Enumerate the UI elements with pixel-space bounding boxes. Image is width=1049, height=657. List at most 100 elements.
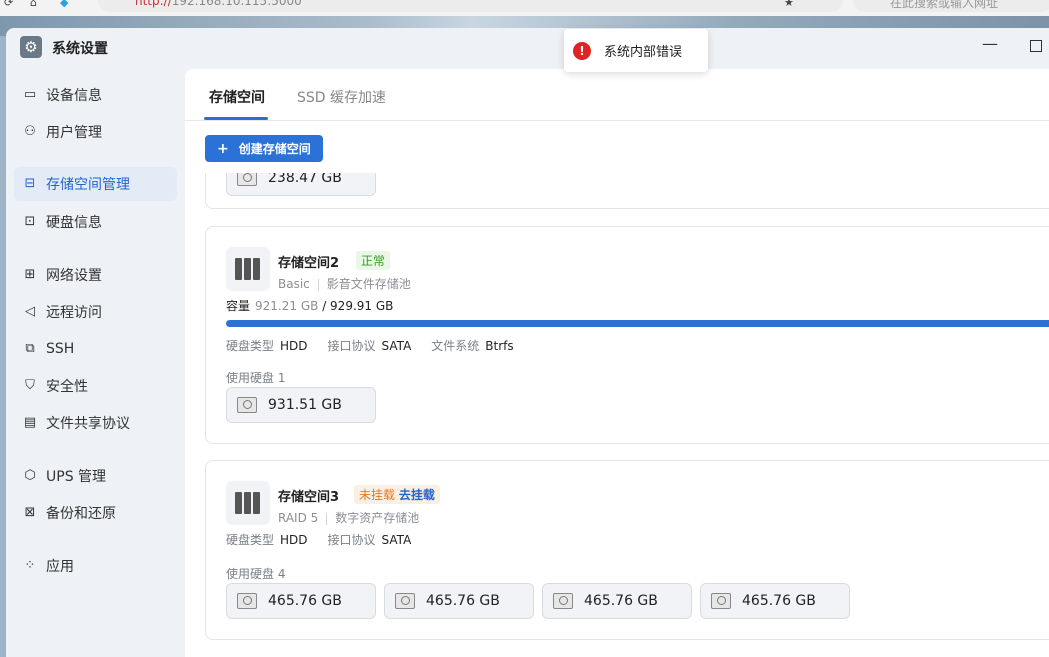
pool-description: 数字资产存储池 [335, 511, 420, 525]
tab-bar: 存储空间 SSD 缓存加速 [185, 69, 1049, 121]
ssh-icon: ⧉ [25, 341, 35, 356]
disk-chip[interactable]: 465.76 GB [384, 583, 534, 619]
sidebar-item-storage-management[interactable]: ⊟ 存储空间管理 [14, 167, 177, 201]
disk-chip[interactable]: 465.76 GB [700, 583, 850, 619]
disks-used-label: 使用硬盘 4 [226, 567, 286, 581]
hard-disk-icon [553, 593, 573, 609]
status-text: 未挂载 [359, 488, 396, 502]
capacity-label: 容量 [226, 299, 251, 313]
sidebar-item-user-management[interactable]: ⚇ 用户管理 [14, 115, 177, 149]
pool-name: 存储空间3 [278, 490, 340, 505]
sidebar-item-remote-access[interactable]: ◁ 远程访问 [14, 295, 177, 329]
plus-icon: + [217, 140, 229, 157]
pool-meta: RAID 5 数字资产存储池 [278, 509, 419, 526]
settings-window: ⚙ 系统设置 — ▭ 设备信息 ⚇ 用户管理 ⊟ 存储空间管理 ⊡ 硬盘信息 ⊞… [6, 28, 1049, 657]
disk-type-value: HDD [280, 339, 308, 353]
settings-gear-icon: ⚙ [20, 36, 42, 58]
sidebar-item-label: 应用 [46, 559, 74, 575]
status-badge: 未挂载 去挂载 [354, 485, 440, 504]
sidebar-item-backup[interactable]: ⊠ 备份和还原 [14, 496, 177, 530]
server-rack-icon [226, 481, 270, 525]
shield-icon: ⛉ [25, 378, 35, 393]
active-tab-indicator [204, 117, 268, 120]
sidebar-item-disk-info[interactable]: ⊡ 硬盘信息 [14, 205, 177, 239]
extension-icon[interactable]: ◆ [60, 0, 68, 9]
sidebar-item-label: 网络设置 [46, 268, 102, 284]
title-bar: ⚙ 系统设置 — [6, 28, 1049, 68]
pool-description: 影音文件存储池 [326, 277, 411, 291]
raid-type: Basic [278, 277, 310, 291]
disk-chip[interactable]: 238.47 GB [226, 173, 376, 196]
capacity-used: 921.21 GB [255, 299, 319, 313]
apps-icon: ⁘ [24, 558, 36, 573]
interface-value: SATA [381, 339, 412, 353]
browser-search-placeholder: 在此搜索或输入网址 [890, 0, 999, 10]
disk-chip[interactable]: 465.76 GB [542, 583, 692, 619]
disk-icon: ⊡ [24, 214, 36, 229]
disk-capacity: 465.76 GB [742, 593, 816, 609]
disk-capacity: 465.76 GB [426, 593, 500, 609]
filesystem-label: 文件系统 [431, 339, 480, 353]
sidebar-item-device-info[interactable]: ▭ 设备信息 [14, 78, 177, 112]
window-title: 系统设置 [52, 41, 108, 57]
remote-icon: ◁ [25, 304, 35, 319]
storage-pool-list[interactable]: 238.47 GB 存储空间2 正常 Basic影音文件存储池 ··· 容量92… [205, 173, 1049, 657]
home-icon[interactable]: ⌂ [30, 0, 37, 9]
filesystem-value: Btrfs [485, 339, 514, 353]
disk-chip[interactable]: 465.76 GB [226, 583, 376, 619]
hard-disk-icon [237, 173, 257, 186]
sidebar-item-label: UPS 管理 [46, 469, 107, 485]
mount-link[interactable]: 去挂载 [399, 488, 435, 502]
sidebar-item-file-sharing[interactable]: ▤ 文件共享协议 [14, 406, 177, 440]
pool-name: 存储空间2 [278, 256, 340, 271]
error-toast: ! 系统内部错误 [564, 29, 708, 72]
server-rack-icon [226, 247, 270, 291]
interface-value: SATA [381, 533, 412, 547]
tab-ssd-cache[interactable]: SSD 缓存加速 [297, 87, 386, 107]
sidebar-item-security[interactable]: ⛉ 安全性 [14, 369, 177, 403]
toast-message: 系统内部错误 [604, 45, 683, 60]
url-text[interactable]: http://192.168.10.115:5000 [135, 0, 302, 8]
disk-chip[interactable]: 931.51 GB [226, 387, 376, 423]
disk-capacity: 238.47 GB [268, 173, 342, 186]
raid-type: RAID 5 [278, 511, 319, 525]
sidebar-item-network[interactable]: ⊞ 网络设置 [14, 258, 177, 292]
disk-capacity: 931.51 GB [268, 397, 342, 413]
sidebar-item-label: 安全性 [46, 379, 88, 395]
reload-icon[interactable]: ⟳ [4, 0, 13, 9]
ups-icon: ⬡ [24, 468, 36, 483]
sidebar-item-ups[interactable]: ⬡ UPS 管理 [14, 459, 177, 493]
bookmark-star-icon[interactable]: ★ [784, 0, 794, 9]
disk-props-line: 硬盘类型 HDD 接口协议 SATA [226, 531, 431, 548]
disk-type-value: HDD [280, 533, 308, 547]
hard-disk-icon [237, 397, 257, 413]
tab-storage-space[interactable]: 存储空间 [209, 87, 265, 107]
hard-disk-icon [237, 593, 257, 609]
maximize-button[interactable] [1030, 40, 1042, 52]
storage-pool-card: 存储空间3 未挂载 去挂载 RAID 5数字资产存储池 ··· 硬盘类型HDD接… [205, 460, 1049, 640]
hard-disk-icon [711, 593, 731, 609]
create-storage-button[interactable]: + 创建存储空间 [205, 135, 323, 162]
create-storage-label: 创建存储空间 [238, 142, 311, 156]
sidebar-item-label: 存储空间管理 [46, 177, 130, 193]
sidebar-item-label: 用户管理 [46, 125, 102, 141]
browser-toolbar: ⟳ ⌂ ◆ http://192.168.10.115:5000 ★ 在此搜索或… [0, 0, 1049, 16]
sidebar-item-label: SSH [46, 341, 75, 357]
capacity-total: / 929.91 GB [322, 299, 394, 313]
file-share-icon: ▤ [23, 415, 37, 430]
disk-type-label: 硬盘类型 [226, 339, 275, 353]
user-icon: ⚇ [24, 124, 36, 139]
status-badge: 正常 [356, 251, 391, 270]
disk-type-label: 硬盘类型 [226, 533, 275, 547]
pool-meta: Basic 影音文件存储池 [278, 275, 411, 292]
error-icon: ! [573, 41, 591, 60]
backup-icon: ⊠ [24, 505, 36, 520]
main-panel: 存储空间 SSD 缓存加速 + 创建存储空间 238.47 GB 存储空间2 正… [185, 69, 1049, 657]
storage-icon: ⊟ [24, 176, 36, 191]
sidebar-item-label: 远程访问 [46, 305, 102, 321]
minimize-button[interactable]: — [982, 34, 998, 53]
sidebar-item-label: 设备信息 [46, 88, 102, 104]
sidebar: ▭ 设备信息 ⚇ 用户管理 ⊟ 存储空间管理 ⊡ 硬盘信息 ⊞ 网络设置 ◁ 远… [6, 68, 185, 657]
sidebar-item-apps[interactable]: ⁘ 应用 [14, 549, 177, 583]
sidebar-item-ssh[interactable]: ⧉ SSH [14, 332, 177, 366]
